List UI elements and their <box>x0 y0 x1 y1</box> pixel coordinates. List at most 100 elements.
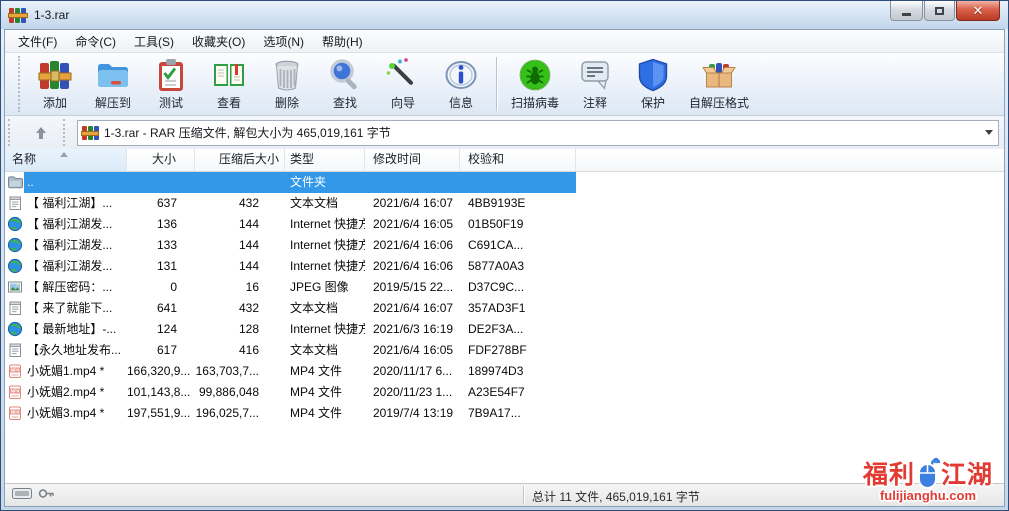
sort-ascending-icon <box>60 152 68 157</box>
cell-sum: 5877A0A3 <box>460 256 576 277</box>
text-icon <box>7 342 23 358</box>
toolbar-button-comment[interactable]: 注释 <box>566 53 624 113</box>
cell-mod: 2021/6/4 16:05 <box>365 340 460 361</box>
drive-icon[interactable] <box>12 487 32 503</box>
column-header-3[interactable]: 压缩后大小 <box>195 149 285 171</box>
cell-type: Internet 快捷方式 <box>285 214 365 235</box>
row-body[interactable]: 【 福利江湖发...136144Internet 快捷方式2021/6/4 16… <box>24 214 576 235</box>
selected-row-body[interactable]: ..文件夹 <box>24 172 576 193</box>
mp4-icon: MP4 <box>7 384 23 400</box>
mp4-icon: MP4 <box>7 363 23 379</box>
cell-name: 【 最新地址】-... <box>24 319 127 340</box>
table-row[interactable]: 【 福利江湖发...136144Internet 快捷方式2021/6/4 16… <box>5 214 1004 235</box>
menu-item-2[interactable]: 命令(C) <box>66 30 125 53</box>
column-header-5[interactable]: 修改时间 <box>365 149 460 171</box>
cell-size: 197,551,9... <box>127 403 195 424</box>
cell-size: 617 <box>127 340 195 361</box>
close-button[interactable]: ✕ <box>956 1 1000 21</box>
toolbar-button-protect[interactable]: 保护 <box>624 53 682 113</box>
minimize-icon <box>902 13 911 16</box>
menu-item-6[interactable]: 帮助(H) <box>313 30 372 53</box>
column-header-1[interactable]: 名称 <box>5 149 127 171</box>
up-one-level-button[interactable] <box>22 120 60 146</box>
table-row[interactable]: ..文件夹 <box>5 172 1004 193</box>
mp4-icon: MP4 <box>7 405 23 421</box>
row-body[interactable]: 小妩媚1.mp4 *166,320,9...163,703,7...MP4 文件… <box>24 361 576 382</box>
protect-icon <box>635 57 671 93</box>
row-body[interactable]: 【 来了就能下...641432文本文档2021/6/4 16:07357AD3… <box>24 298 576 319</box>
table-row[interactable]: 【 解压密码：...016JPEG 图像2019/5/15 22...D37C9… <box>5 277 1004 298</box>
row-body[interactable]: 【永久地址发布...617416文本文档2021/6/4 16:05FDF278… <box>24 340 576 361</box>
toolbar-button-delete[interactable]: 删除 <box>258 53 316 113</box>
minimize-button[interactable] <box>890 1 923 21</box>
table-row[interactable]: 【 福利江湖发...133144Internet 快捷方式2021/6/4 16… <box>5 235 1004 256</box>
archive-path-combobox[interactable]: 1-3.rar - RAR 压缩文件, 解包大小为 465,019,161 字节 <box>77 120 999 146</box>
image-icon <box>7 279 23 295</box>
toolbar-button-scan[interactable]: 扫描病毒 <box>504 53 566 113</box>
extract-icon <box>95 57 131 93</box>
table-row[interactable]: MP4小妩媚2.mp4 *101,143,8...99,886,048MP4 文… <box>5 382 1004 403</box>
cell-name: .. <box>24 172 127 193</box>
window-title: 1-3.rar <box>34 8 69 22</box>
wizard-icon <box>385 57 421 93</box>
column-header-4[interactable]: 类型 <box>285 149 365 171</box>
row-body[interactable]: 【 解压密码：...016JPEG 图像2019/5/15 22...D37C9… <box>24 277 576 298</box>
cell-sum: DE2F3A... <box>460 319 576 340</box>
cell-name: 【 福利江湖】... <box>24 193 127 214</box>
table-row[interactable]: 【 来了就能下...641432文本文档2021/6/4 16:07357AD3… <box>5 298 1004 319</box>
cell-sum: D37C9C... <box>460 277 576 298</box>
table-row[interactable]: 【永久地址发布...617416文本文档2021/6/4 16:05FDF278… <box>5 340 1004 361</box>
cell-packed: 416 <box>195 340 285 361</box>
cell-packed: 432 <box>195 193 285 214</box>
toolbar-button-label: 添加 <box>43 94 67 111</box>
menu-item-3[interactable]: 工具(S) <box>125 30 183 53</box>
table-row[interactable]: MP4小妩媚3.mp4 *197,551,9...196,025,7...MP4… <box>5 403 1004 424</box>
column-header-2[interactable]: 大小 <box>127 149 195 171</box>
toolbar-button-extract[interactable]: 解压到 <box>84 53 142 113</box>
row-body[interactable]: 小妩媚3.mp4 *197,551,9...196,025,7...MP4 文件… <box>24 403 576 424</box>
table-row[interactable]: 【 最新地址】-...124128Internet 快捷方式2021/6/3 1… <box>5 319 1004 340</box>
toolbar-button-add[interactable]: 添加 <box>26 53 84 113</box>
table-row[interactable]: MP4小妩媚1.mp4 *166,320,9...163,703,7...MP4… <box>5 361 1004 382</box>
cell-mod: 2020/11/17 6... <box>365 361 460 382</box>
view-icon <box>211 57 247 93</box>
toolbar-button-wizard[interactable]: 向导 <box>374 53 432 113</box>
toolbar-button-info[interactable]: 信息 <box>432 53 490 113</box>
toolbar-button-find[interactable]: 查找 <box>316 53 374 113</box>
column-header-6[interactable]: 校验和 <box>460 149 576 171</box>
cell-mod: 2021/6/4 16:05 <box>365 214 460 235</box>
cell-sum <box>460 172 576 193</box>
cell-size: 133 <box>127 235 195 256</box>
row-body[interactable]: 【 福利江湖】...637432文本文档2021/6/4 16:074BB919… <box>24 193 576 214</box>
table-row[interactable]: 【 福利江湖发...131144Internet 快捷方式2021/6/4 16… <box>5 256 1004 277</box>
toolbar-button-test[interactable]: 测试 <box>142 53 200 113</box>
cell-mod: 2021/6/4 16:06 <box>365 235 460 256</box>
row-body[interactable]: 【 福利江湖发...131144Internet 快捷方式2021/6/4 16… <box>24 256 576 277</box>
toolbar-button-sfx[interactable]: 自解压格式 <box>682 53 756 113</box>
cell-sum: 01B50F19 <box>460 214 576 235</box>
menu-item-1[interactable]: 文件(F) <box>9 30 66 53</box>
cell-name: 小妩媚3.mp4 * <box>24 403 127 424</box>
key-icon[interactable] <box>38 487 55 503</box>
archive-info-text: 1-3.rar - RAR 压缩文件, 解包大小为 465,019,161 字节 <box>104 124 980 141</box>
menu-item-4[interactable]: 收藏夹(O) <box>183 30 254 53</box>
toolbar-button-view[interactable]: 查看 <box>200 53 258 113</box>
cell-mod: 2021/6/3 16:19 <box>365 319 460 340</box>
row-body[interactable]: 【 福利江湖发...133144Internet 快捷方式2021/6/4 16… <box>24 235 576 256</box>
cell-name: 【 福利江湖发... <box>24 256 127 277</box>
cell-sum: FDF278BF <box>460 340 576 361</box>
toolbar-button-label: 向导 <box>391 94 415 111</box>
row-body[interactable]: 【 最新地址】-...124128Internet 快捷方式2021/6/3 1… <box>24 319 576 340</box>
cell-name: 【 福利江湖发... <box>24 235 127 256</box>
maximize-button[interactable] <box>924 1 955 21</box>
menu-item-5[interactable]: 选项(N) <box>254 30 313 53</box>
cell-packed: 196,025,7... <box>195 403 285 424</box>
toolbar-gripper <box>18 56 23 112</box>
combobox-dropdown-button[interactable] <box>980 130 998 135</box>
row-body[interactable]: 小妩媚2.mp4 *101,143,8...99,886,048MP4 文件20… <box>24 382 576 403</box>
chevron-down-icon <box>985 130 993 135</box>
cell-size: 101,143,8... <box>127 382 195 403</box>
address-bar: 1-3.rar - RAR 压缩文件, 解包大小为 465,019,161 字节 <box>5 116 1004 150</box>
table-row[interactable]: 【 福利江湖】...637432文本文档2021/6/4 16:074BB919… <box>5 193 1004 214</box>
statusbar-separator <box>523 486 525 504</box>
